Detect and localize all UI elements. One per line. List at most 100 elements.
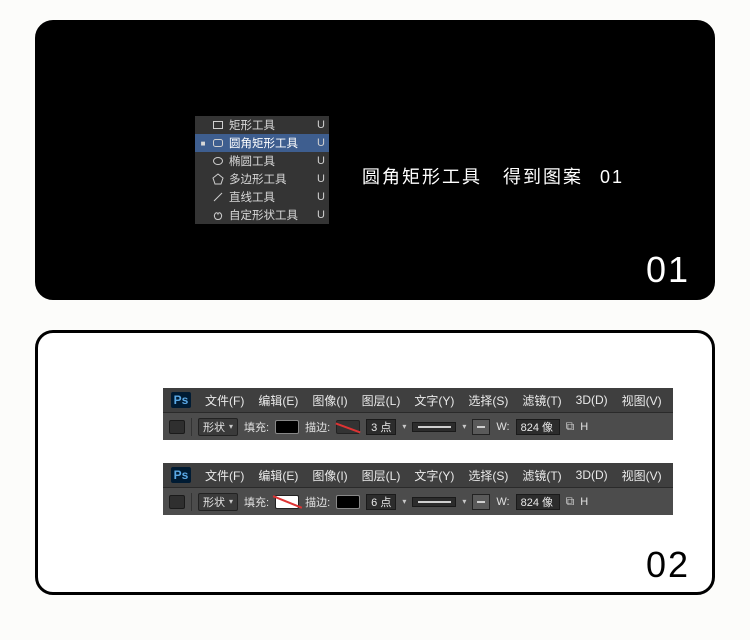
menu-layer[interactable]: 图层(L): [362, 392, 401, 409]
tool-mode-label: 形状: [203, 494, 225, 510]
menu-file[interactable]: 文件(F): [205, 392, 244, 409]
stroke-label: 描边:: [305, 419, 330, 435]
stroke-align-group: [472, 419, 490, 435]
caption-seg-2: 得到图案: [503, 167, 583, 187]
width-value: 824 像: [521, 494, 553, 510]
tool-item-ellipse[interactable]: 椭圆工具 U: [195, 152, 329, 170]
custom-icon: [211, 208, 225, 222]
tool-label: 多边形工具: [229, 171, 309, 187]
ps-options-bar-a: 形状 ▾ 填充: 描边: 3 点 ▾ ▾ W: 824 像 ⧉ H: [163, 412, 673, 440]
stroke-align-inside[interactable]: [472, 494, 490, 510]
stroke-swatch[interactable]: [336, 495, 360, 509]
chevron-down-icon: ▾: [229, 422, 233, 431]
caption-seg-1: 圆角矩形工具: [362, 167, 482, 187]
menu-select[interactable]: 选择(S): [468, 467, 508, 484]
menu-layer[interactable]: 图层(L): [362, 467, 401, 484]
stroke-align-inside[interactable]: [472, 419, 490, 435]
tool-label: 圆角矩形工具: [229, 135, 309, 151]
step-number-02: 02: [646, 544, 690, 586]
menu-select[interactable]: 选择(S): [468, 392, 508, 409]
menu-image[interactable]: 图像(I): [312, 392, 347, 409]
tool-item-polygon[interactable]: 多边形工具 U: [195, 170, 329, 188]
stroke-align-group: [472, 494, 490, 510]
width-label: W:: [496, 496, 509, 508]
stroke-swatch[interactable]: [336, 420, 360, 434]
stroke-style-preview[interactable]: [412, 422, 456, 432]
menu-edit[interactable]: 编辑(E): [258, 392, 298, 409]
step-panel-02: Ps 文件(F) 编辑(E) 图像(I) 图层(L) 文字(Y) 选择(S) 滤…: [35, 330, 715, 595]
roundrect-icon: [211, 136, 225, 150]
active-dot-icon: ■: [199, 139, 207, 148]
tool-item-roundrect[interactable]: ■ 圆角矩形工具 U: [195, 134, 329, 152]
ps-menubar-a: Ps 文件(F) 编辑(E) 图像(I) 图层(L) 文字(Y) 选择(S) 滤…: [163, 388, 673, 412]
chevron-down-icon[interactable]: ▾: [402, 497, 406, 506]
menu-view[interactable]: 视图(V): [622, 467, 662, 484]
tool-mode-dropdown[interactable]: 形状 ▾: [198, 418, 238, 436]
tool-label: 直线工具: [229, 189, 309, 205]
stroke-weight-value: 6 点: [371, 494, 391, 510]
width-value: 824 像: [521, 419, 553, 435]
tool-shortcut: U: [313, 155, 325, 167]
step-panel-01: 矩形工具U ■ 圆角矩形工具 U 椭圆工具 U 多边形工具 U 直线工具 U 自定形状工具 U 圆角矩…: [35, 20, 715, 300]
height-label: H: [580, 496, 588, 508]
stroke-weight-field[interactable]: 6 点: [366, 494, 396, 510]
ellipse-icon: [211, 154, 225, 168]
link-wh-icon[interactable]: ⧉: [566, 419, 575, 434]
tool-shortcut: U: [313, 209, 325, 221]
tool-label: 自定形状工具: [229, 207, 309, 223]
tool-item-custom[interactable]: 自定形状工具 U: [195, 206, 329, 224]
tool-shortcut: U: [313, 191, 325, 203]
rect-icon: [211, 118, 225, 132]
tool-mode-dropdown[interactable]: 形状 ▾: [198, 493, 238, 511]
tool-mode-label: 形状: [203, 419, 225, 435]
tool-preset-thumb[interactable]: [169, 420, 185, 434]
menu-type[interactable]: 文字(Y): [414, 467, 454, 484]
width-label: W:: [496, 421, 509, 433]
menu-image[interactable]: 图像(I): [312, 467, 347, 484]
separator: [191, 418, 192, 436]
width-field[interactable]: 824 像: [516, 494, 560, 510]
tool-shortcut: U: [313, 173, 325, 185]
fill-swatch[interactable]: [275, 420, 299, 434]
ps-menubar-b: Ps 文件(F) 编辑(E) 图像(I) 图层(L) 文字(Y) 选择(S) 滤…: [163, 463, 673, 487]
menu-3d[interactable]: 3D(D): [576, 468, 608, 482]
stroke-style-preview[interactable]: [412, 497, 456, 507]
chevron-down-icon: ▾: [229, 497, 233, 506]
caption-seg-3: 01: [600, 167, 624, 187]
menu-filter[interactable]: 滤镜(T): [522, 392, 561, 409]
fill-swatch[interactable]: [275, 495, 299, 509]
tool-preset-thumb[interactable]: [169, 495, 185, 509]
step-01-caption: 圆角矩形工具 得到图案 01: [362, 163, 624, 189]
tool-label: 矩形工具: [229, 117, 309, 133]
chevron-down-icon[interactable]: ▾: [462, 422, 466, 431]
fill-label: 填充:: [244, 419, 269, 435]
chevron-down-icon[interactable]: ▾: [402, 422, 406, 431]
separator: [191, 493, 192, 511]
menu-view[interactable]: 视图(V): [622, 392, 662, 409]
polygon-icon: [211, 172, 225, 186]
menu-file[interactable]: 文件(F): [205, 467, 244, 484]
stroke-label: 描边:: [305, 494, 330, 510]
height-label: H: [580, 421, 588, 433]
tool-item-rect[interactable]: 矩形工具U: [195, 116, 329, 134]
tool-label: 椭圆工具: [229, 153, 309, 169]
stroke-weight-value: 3 点: [371, 419, 391, 435]
tool-item-line[interactable]: 直线工具 U: [195, 188, 329, 206]
ps-ui-block-b: Ps 文件(F) 编辑(E) 图像(I) 图层(L) 文字(Y) 选择(S) 滤…: [163, 463, 673, 515]
step-number-01: 01: [646, 249, 690, 291]
menu-3d[interactable]: 3D(D): [576, 393, 608, 407]
ps-logo-icon: Ps: [171, 467, 191, 483]
fill-label: 填充:: [244, 494, 269, 510]
tool-shortcut: U: [313, 137, 325, 149]
chevron-down-icon[interactable]: ▾: [462, 497, 466, 506]
shape-tool-flyout[interactable]: 矩形工具U ■ 圆角矩形工具 U 椭圆工具 U 多边形工具 U 直线工具 U 自定形状工具 U: [194, 115, 330, 225]
menu-type[interactable]: 文字(Y): [414, 392, 454, 409]
link-wh-icon[interactable]: ⧉: [566, 494, 575, 509]
stroke-weight-field[interactable]: 3 点: [366, 419, 396, 435]
width-field[interactable]: 824 像: [516, 419, 560, 435]
menu-edit[interactable]: 编辑(E): [258, 467, 298, 484]
ps-options-bar-b: 形状 ▾ 填充: 描边: 6 点 ▾ ▾ W: 824 像 ⧉ H: [163, 487, 673, 515]
line-icon: [211, 190, 225, 204]
menu-filter[interactable]: 滤镜(T): [522, 467, 561, 484]
ps-ui-block-a: Ps 文件(F) 编辑(E) 图像(I) 图层(L) 文字(Y) 选择(S) 滤…: [163, 388, 673, 440]
